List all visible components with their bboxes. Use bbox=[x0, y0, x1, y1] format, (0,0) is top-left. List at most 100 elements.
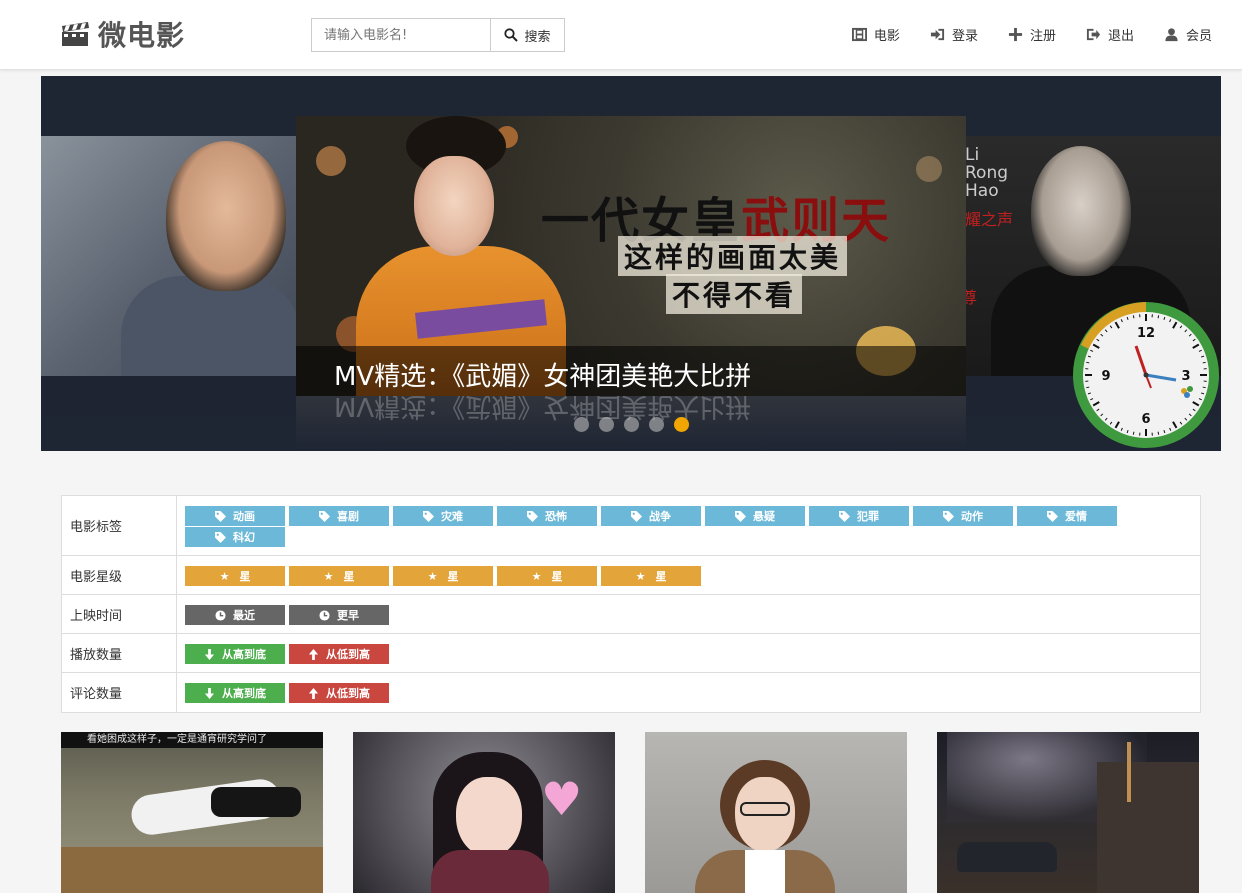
time-earlier-button[interactable]: 更早 bbox=[289, 605, 389, 625]
tag-button[interactable]: 灾难 bbox=[393, 506, 493, 526]
filter-row-tags: 电影标签 动画 喜剧 灾难 恐怖 战争 悬疑 犯罪 动作 爱情 科幻 bbox=[62, 496, 1200, 556]
tag-button[interactable]: 战争 bbox=[601, 506, 701, 526]
nav-label-movies: 电影 bbox=[873, 28, 900, 44]
bokeh-light bbox=[916, 156, 942, 182]
thumb-desk bbox=[61, 847, 323, 893]
comments-desc-button[interactable]: 从高到底 bbox=[185, 683, 285, 703]
filter-row-comments: 评论数量 从高到底 从低到高 bbox=[62, 673, 1200, 712]
brand[interactable]: 微电影 bbox=[60, 14, 185, 54]
logout-icon bbox=[1086, 28, 1101, 40]
tag-icon bbox=[215, 510, 226, 522]
slide-left-portrait bbox=[166, 141, 286, 291]
star-icon: ★ bbox=[531, 569, 542, 583]
carousel-indicators bbox=[574, 417, 689, 432]
star-button[interactable]: ★ 星 bbox=[601, 566, 701, 586]
carousel-slide-left[interactable] bbox=[41, 136, 301, 376]
search-form: 搜索 bbox=[311, 18, 565, 52]
nav-item-movies[interactable]: 电影 bbox=[851, 22, 900, 46]
star-label: 星 bbox=[551, 570, 563, 583]
tag-icon bbox=[1047, 510, 1058, 522]
tag-button[interactable]: 犯罪 bbox=[809, 506, 909, 526]
tag-button[interactable]: 悬疑 bbox=[705, 506, 805, 526]
movie-card[interactable]: ♥ bbox=[353, 732, 615, 893]
slide-right-portrait bbox=[1031, 146, 1131, 276]
tag-button[interactable]: 爱情 bbox=[1017, 506, 1117, 526]
movie-grid: 看她困成这样子，一定是通宵研究学问了 ♥ bbox=[61, 732, 1199, 893]
carousel-dot-1[interactable] bbox=[574, 417, 589, 432]
carousel-dot-3[interactable] bbox=[624, 417, 639, 432]
clock-logo-dot bbox=[1187, 386, 1193, 392]
thumb-figure-top bbox=[431, 850, 549, 893]
slide-main-subtitle-2: 不得不看 bbox=[666, 274, 803, 314]
filter-options-tags: 动画 喜剧 灾难 恐怖 战争 悬疑 犯罪 动作 爱情 科幻 bbox=[177, 496, 1200, 555]
tag-label: 科幻 bbox=[233, 531, 255, 544]
filter-label-tags: 电影标签 bbox=[62, 496, 177, 555]
nav-label-login: 登录 bbox=[951, 28, 978, 44]
clock-tick bbox=[1086, 386, 1090, 389]
filter-row-stars: 电影星级 ★ 星 ★ 星 ★ 星 ★ 星 ★ 星 bbox=[62, 556, 1200, 595]
tag-label: 恐怖 bbox=[545, 510, 567, 523]
bokeh-light bbox=[316, 146, 346, 176]
comments-desc-label: 从高到底 bbox=[222, 687, 266, 700]
nav-label-member: 会员 bbox=[1185, 28, 1212, 44]
tag-label: 灾难 bbox=[441, 510, 463, 523]
heart-icon: ♥ bbox=[541, 772, 583, 826]
search-button[interactable]: 搜索 bbox=[490, 18, 565, 52]
carousel-dot-5[interactable] bbox=[674, 417, 689, 432]
plays-asc-button[interactable]: 从低到高 bbox=[289, 644, 389, 664]
carousel-caption[interactable]: MV精选：《武媚》女神团美艳大比拼 bbox=[334, 356, 751, 393]
tag-label: 动画 bbox=[233, 510, 255, 523]
nav-links: 电影 登录 注册 退出 会员 bbox=[822, 22, 1212, 46]
filter-table: 电影标签 动画 喜剧 灾难 恐怖 战争 悬疑 犯罪 动作 爱情 科幻 电影星级 … bbox=[61, 495, 1201, 713]
navbar: 微电影 搜索 电影 登录 注册 退出 会员 bbox=[0, 0, 1242, 70]
star-icon: ★ bbox=[219, 569, 230, 583]
tag-button[interactable]: 科幻 bbox=[185, 527, 285, 547]
star-button[interactable]: ★ 星 bbox=[497, 566, 597, 586]
time-recent-button[interactable]: 最近 bbox=[185, 605, 285, 625]
movie-card[interactable] bbox=[937, 732, 1199, 893]
star-button[interactable]: ★ 星 bbox=[393, 566, 493, 586]
plus-icon bbox=[1008, 27, 1023, 41]
clock-numeral-3: 3 bbox=[1181, 369, 1190, 384]
plays-desc-label: 从高到底 bbox=[222, 648, 266, 661]
clock-center bbox=[1143, 372, 1149, 378]
arrow-down-icon bbox=[204, 648, 215, 660]
movie-card[interactable]: 看她困成这样子，一定是通宵研究学问了 bbox=[61, 732, 323, 893]
thumb-figure-shirt bbox=[745, 850, 785, 893]
clock-widget: 12 3 6 9 bbox=[1073, 302, 1219, 448]
brand-name: 微电影 bbox=[98, 19, 186, 52]
tag-button[interactable]: 恐怖 bbox=[497, 506, 597, 526]
filter-label-comments: 评论数量 bbox=[62, 673, 177, 712]
nav-item-member[interactable]: 会员 bbox=[1164, 22, 1212, 46]
login-icon bbox=[930, 28, 944, 40]
search-button-label: 搜索 bbox=[524, 29, 551, 45]
search-input[interactable] bbox=[311, 18, 490, 52]
filter-options-comments: 从高到底 从低到高 bbox=[177, 673, 1200, 712]
star-label: 星 bbox=[239, 570, 251, 583]
star-button[interactable]: ★ 星 bbox=[289, 566, 389, 586]
plays-asc-label: 从低到高 bbox=[326, 648, 370, 661]
comments-asc-button[interactable]: 从低到高 bbox=[289, 683, 389, 703]
slide-right-name: Li Rong Hao bbox=[965, 145, 1009, 201]
tag-label: 战争 bbox=[649, 510, 671, 523]
tag-button[interactable]: 动作 bbox=[913, 506, 1013, 526]
tag-icon bbox=[527, 510, 538, 522]
clock-tick bbox=[1202, 361, 1206, 364]
nav-item-logout[interactable]: 退出 bbox=[1086, 22, 1134, 46]
carousel[interactable]: Li Rong Hao 耀之声 尊 一代女皇武则天 这样的画面太美 不得不看 M… bbox=[41, 76, 1221, 451]
tag-icon bbox=[735, 510, 746, 522]
nav-item-login[interactable]: 登录 bbox=[930, 22, 978, 46]
clock-numeral-9: 9 bbox=[1101, 369, 1110, 384]
carousel-dot-4[interactable] bbox=[649, 417, 664, 432]
carousel-dot-2[interactable] bbox=[599, 417, 614, 432]
movie-card[interactable] bbox=[645, 732, 907, 893]
star-button[interactable]: ★ 星 bbox=[185, 566, 285, 586]
clock-numeral-6: 6 bbox=[1141, 412, 1150, 427]
slide-right-red-text: 耀之声 bbox=[965, 210, 1014, 229]
nav-item-register[interactable]: 注册 bbox=[1008, 22, 1056, 46]
plays-desc-button[interactable]: 从高到底 bbox=[185, 644, 285, 664]
slide-main-figure-face bbox=[414, 156, 494, 256]
tag-button[interactable]: 喜剧 bbox=[289, 506, 389, 526]
tag-button[interactable]: 动画 bbox=[185, 506, 285, 526]
tag-icon bbox=[319, 510, 330, 522]
